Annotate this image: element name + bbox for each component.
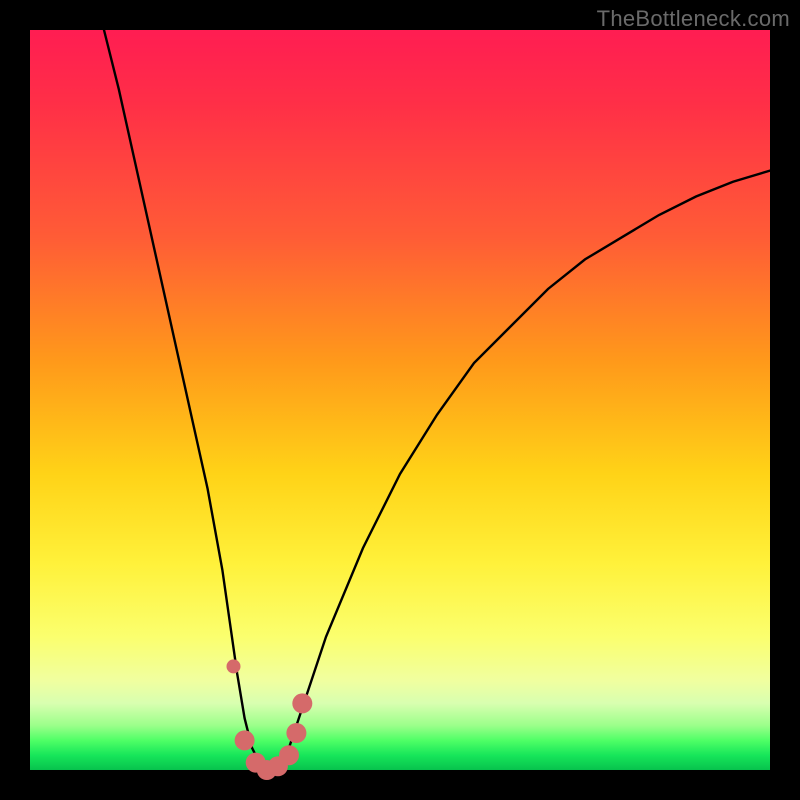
- plot-area: [30, 30, 770, 770]
- highlight-dot: [227, 659, 241, 673]
- highlight-dot: [292, 693, 312, 713]
- curve-layer: [30, 30, 770, 770]
- highlight-dot: [286, 723, 306, 743]
- watermark-text: TheBottleneck.com: [597, 6, 790, 32]
- bottleneck-curve: [104, 30, 770, 770]
- highlight-dot: [235, 730, 255, 750]
- chart-frame: TheBottleneck.com: [0, 0, 800, 800]
- highlight-dot: [279, 745, 299, 765]
